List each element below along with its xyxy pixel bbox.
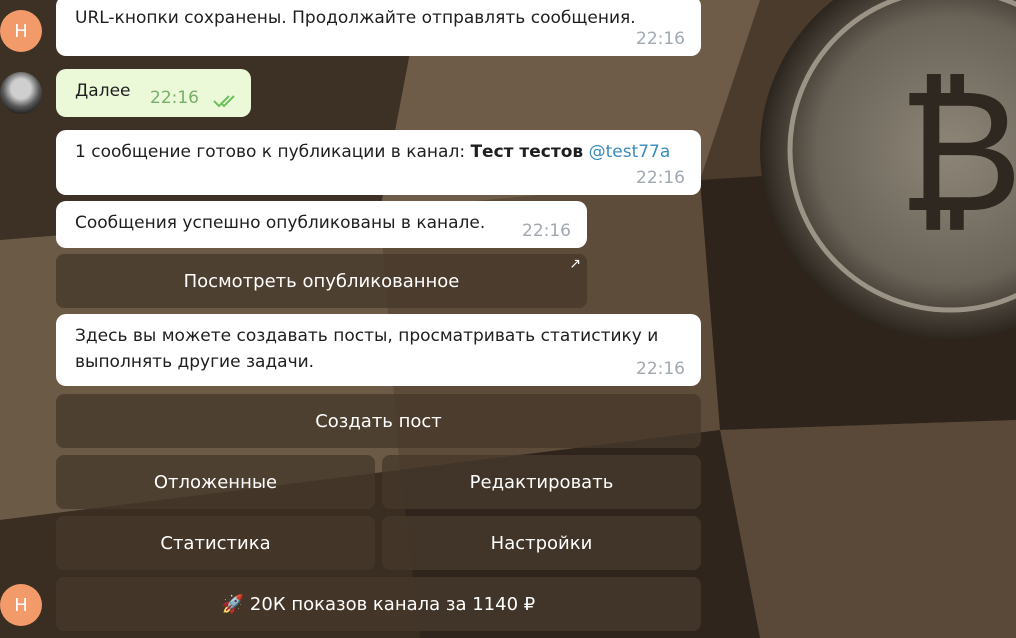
- button-label: Посмотреть опубликованное: [183, 270, 460, 292]
- button-label: Редактировать: [469, 471, 614, 493]
- avatar-letter: Н: [14, 594, 28, 616]
- external-link-arrow-icon: ↗: [569, 256, 581, 272]
- message-text-line2: выполнять другие задачи.: [75, 352, 315, 372]
- message-next-outgoing: Далее 22:16: [56, 69, 251, 117]
- view-published-button[interactable]: Посмотреть опубликованное ↗: [56, 254, 587, 308]
- message-ready-to-publish: 1 сообщение готово к публикации в канал:…: [56, 130, 701, 195]
- bot-avatar[interactable]: Н: [0, 10, 42, 52]
- message-time: 22:16: [150, 88, 199, 108]
- scheduled-posts-button[interactable]: Отложенные: [56, 455, 375, 509]
- message-time: 22:16: [636, 359, 685, 379]
- settings-button[interactable]: Настройки: [382, 516, 701, 570]
- edit-button[interactable]: Редактировать: [382, 455, 701, 509]
- double-check-icon: [213, 95, 235, 108]
- button-label: Создать пост: [315, 410, 442, 432]
- message-time: 22:16: [522, 221, 571, 241]
- message-text: Далее: [75, 81, 131, 101]
- button-label: Настройки: [490, 532, 593, 554]
- message-main-menu-info: Здесь вы можете создавать посты, просмат…: [56, 314, 701, 386]
- message-text: 1 сообщение готово к публикации в канал:: [75, 142, 471, 162]
- channel-name: Тест тестов: [470, 142, 584, 162]
- create-post-button[interactable]: Создать пост: [56, 394, 701, 448]
- button-label: 🚀 20К показов канала за 1140 ₽: [221, 593, 536, 615]
- message-text: Сообщения успешно опубликованы в канале.: [75, 213, 486, 233]
- avatar-letter: Н: [14, 20, 28, 42]
- button-label: Отложенные: [153, 471, 278, 493]
- button-label: Статистика: [160, 532, 271, 554]
- message-text: URL-кнопки сохранены. Продолжайте отправ…: [75, 8, 636, 28]
- message-time: 22:16: [636, 29, 685, 49]
- bot-avatar-bottom[interactable]: Н: [0, 584, 42, 626]
- message-published-successfully: Сообщения успешно опубликованы в канале.…: [56, 201, 587, 248]
- statistics-button[interactable]: Статистика: [56, 516, 375, 570]
- user-avatar[interactable]: [0, 72, 42, 114]
- message-url-buttons-saved: URL-кнопки сохранены. Продолжайте отправ…: [56, 0, 701, 56]
- message-text-line1: Здесь вы можете создавать посты, просмат…: [75, 326, 659, 346]
- message-time: 22:16: [636, 168, 685, 188]
- svg-text:₿: ₿: [897, 53, 1016, 251]
- promo-impressions-button[interactable]: 🚀 20К показов канала за 1140 ₽: [56, 577, 701, 631]
- channel-mention-link[interactable]: @test77a: [589, 142, 671, 162]
